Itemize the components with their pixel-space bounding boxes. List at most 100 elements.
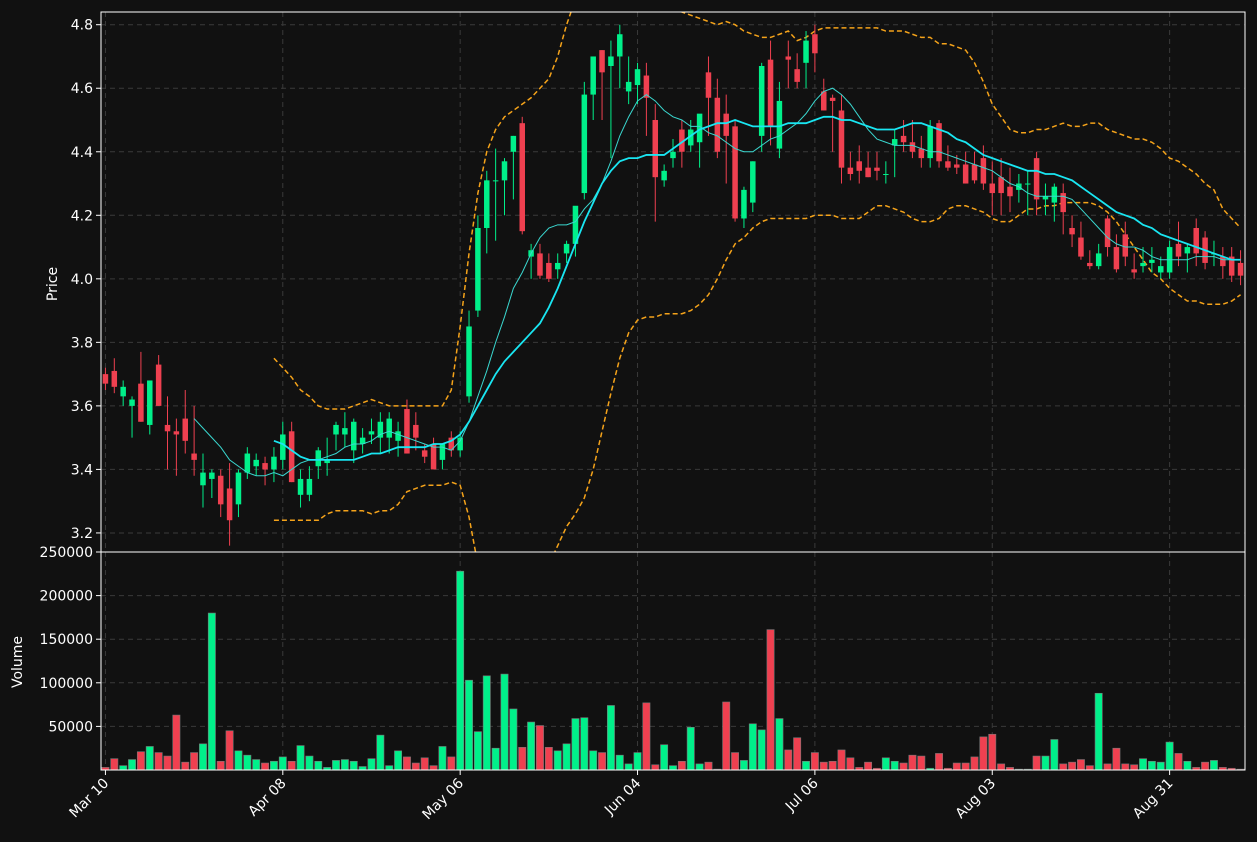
volume-tick-label: 250000 [40, 545, 93, 561]
candle-body [554, 262, 561, 270]
chart-background [0, 0, 1257, 842]
candle-body [909, 142, 916, 152]
volume-bar [216, 760, 225, 771]
volume-bar [509, 708, 518, 771]
volume-bar [411, 762, 420, 771]
candle-body [865, 167, 871, 178]
candle-body [918, 148, 925, 159]
candle-body [280, 434, 286, 460]
volume-bar [819, 761, 828, 771]
volume-bar [181, 761, 190, 771]
volume-bar [580, 717, 589, 771]
candle-body [138, 383, 144, 422]
candle-body [599, 50, 605, 73]
candlestick-chart: 3.2 3.4 3.6 3.8 4.0 4.2 4.4 4.6 4.8 50000 100000 15… [0, 0, 1257, 842]
candle-body [998, 177, 1004, 194]
candle-body [1131, 269, 1137, 273]
candle-body [342, 428, 348, 435]
volume-bar [1210, 760, 1218, 771]
candle-body [581, 94, 588, 194]
volume-bar [598, 752, 606, 771]
volume-bar [261, 762, 269, 771]
volume-tick-label: 50000 [48, 719, 93, 735]
candle-body [1069, 228, 1075, 235]
candle-body [164, 424, 171, 432]
candle-body [962, 164, 969, 184]
volume-bar [252, 759, 261, 771]
volume-bar [243, 754, 252, 771]
volume-bar [172, 714, 181, 771]
candle-body [625, 81, 632, 92]
volume-bar [1077, 759, 1085, 771]
volume-bar [500, 673, 509, 771]
volume-bar [403, 756, 411, 771]
candle-body [794, 69, 800, 82]
volume-bar [1156, 761, 1165, 771]
volume-bar [518, 747, 527, 771]
candle-body [652, 120, 659, 178]
volume-bar [394, 750, 403, 771]
volume-bar [881, 757, 890, 771]
candle-body [927, 126, 933, 159]
candle-body [1113, 247, 1120, 270]
candle-body [971, 164, 978, 181]
volume-bar [456, 570, 465, 771]
candle-body [262, 463, 268, 470]
candle-body [537, 253, 543, 276]
candle-body [546, 262, 552, 279]
candle-body [750, 161, 756, 203]
candle-body [705, 72, 712, 98]
volume-bar [988, 733, 997, 771]
volume-bar [589, 750, 598, 771]
volume-bar [1139, 758, 1147, 771]
candle-body [732, 126, 738, 219]
candle-body [209, 472, 215, 479]
candle-body [253, 459, 259, 467]
volume-bar [651, 764, 660, 771]
volume-bar [367, 758, 376, 771]
candle-body [147, 380, 153, 425]
volume-bar [110, 758, 119, 771]
candle-body [191, 453, 197, 460]
candle-body [723, 113, 729, 136]
volume-bar [1147, 760, 1156, 771]
candle-body [217, 475, 224, 505]
candle-body [1095, 253, 1102, 267]
volume-bar [642, 702, 651, 771]
volume-bar [748, 723, 757, 771]
candle-body [1051, 186, 1058, 203]
volume-bar [731, 752, 740, 771]
volume-axis-label: Volume [10, 636, 26, 688]
candle-body [803, 40, 809, 63]
volume-bar [536, 725, 544, 771]
volume-bar [1183, 760, 1192, 771]
volume-bar [465, 679, 473, 771]
volume-bar [952, 762, 961, 771]
volume-bar [935, 753, 943, 771]
price-tick-label: 4.8 [71, 18, 93, 34]
price-tick-label: 4.4 [71, 145, 93, 161]
candle-body [386, 418, 392, 438]
candle-body [244, 453, 251, 473]
candle-body [173, 431, 180, 435]
volume-bar [553, 750, 562, 771]
candle-body [492, 180, 499, 182]
candle-body [1087, 262, 1093, 267]
price-tick-label: 3.8 [71, 335, 93, 351]
candle-body [439, 444, 446, 460]
volume-bar [1112, 747, 1121, 771]
candle-body [874, 167, 880, 171]
candle-body [945, 161, 951, 168]
volume-bar [970, 756, 979, 771]
volume-bar [562, 743, 571, 771]
volume-bar [429, 765, 438, 771]
candle-body [430, 444, 437, 470]
volume-bar [624, 763, 633, 771]
volume-bar [1174, 753, 1183, 771]
volume-bar [128, 759, 136, 771]
candle-body [271, 456, 277, 470]
candle-body [1237, 262, 1244, 276]
volume-bar [908, 754, 917, 771]
volume-bar [491, 747, 500, 771]
candle-body [235, 472, 242, 505]
